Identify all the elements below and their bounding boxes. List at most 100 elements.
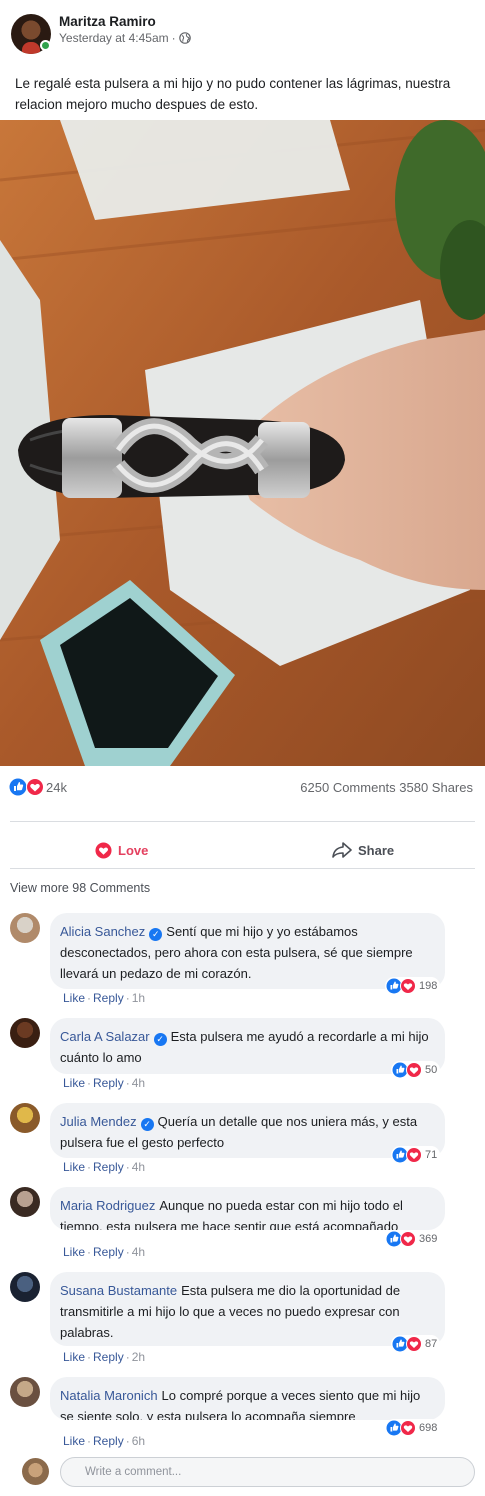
comment-reaction-count: 87 (425, 1338, 438, 1350)
post-timestamp[interactable]: Yesterday at 4:45am (59, 31, 169, 45)
like-love-reaction-icons (392, 1336, 422, 1352)
comments-shares-count[interactable]: 6250 Comments 3580 Shares (300, 780, 473, 795)
post-meta: Yesterday at 4:45am · (59, 31, 191, 45)
commenter-name[interactable]: Susana Bustamante (60, 1283, 177, 1298)
verified-badge-icon: ✓ (149, 928, 163, 941)
comment-reply-link[interactable]: Reply (93, 1350, 124, 1364)
separator-dot: · (87, 1076, 92, 1090)
comment-bubble: Susana Bustamante Esta pulsera me dio la … (50, 1272, 445, 1346)
separator-dot: · (125, 1245, 130, 1259)
commenter-name[interactable]: Julia Mendez (60, 1114, 137, 1129)
commenter-avatar[interactable] (10, 1018, 40, 1048)
comment-timestamp[interactable]: 6h (132, 1434, 145, 1448)
separator-dot: · (87, 1245, 92, 1259)
comment-actions: Like · Reply · 2h (63, 1350, 145, 1364)
view-more-comments-link[interactable]: View more 98 Comments (10, 881, 150, 895)
globe-icon (178, 32, 191, 44)
separator-dot: · (87, 1434, 92, 1448)
commenter-avatar[interactable] (10, 913, 40, 943)
reaction-count[interactable]: 24k (46, 780, 67, 795)
comment-reply-link[interactable]: Reply (93, 1434, 124, 1448)
comment-like-link[interactable]: Like (63, 1434, 85, 1448)
comment-reactions[interactable]: 50 (391, 1061, 441, 1079)
comment-timestamp[interactable]: 4h (132, 1076, 145, 1090)
comment-like-link[interactable]: Like (63, 1245, 85, 1259)
comment-like-link[interactable]: Like (63, 1076, 85, 1090)
post-photo[interactable] (0, 120, 485, 766)
commenter-name[interactable]: Natalia Maronich (60, 1388, 158, 1403)
comment-input-placeholder: Write a comment... (85, 1466, 182, 1478)
like-love-reaction-icons (392, 1147, 422, 1163)
like-love-reaction-icons (386, 1420, 416, 1436)
comment-bubble: Carla A Salazar ✓ Esta pulsera me ayudó a … (50, 1018, 445, 1074)
love-label: Love (118, 842, 149, 858)
comment-actions: Like · Reply · 4h (63, 1160, 145, 1174)
separator-dot: · (125, 1076, 130, 1090)
share-button[interactable]: Share (332, 832, 394, 868)
commenter-name[interactable]: Maria Rodriguez (60, 1198, 155, 1213)
love-button[interactable]: Love (95, 832, 148, 868)
commenter-name[interactable]: Alicia Sanchez (60, 924, 145, 939)
comment-like-link[interactable]: Like (63, 1350, 85, 1364)
separator-dot: · (87, 1160, 92, 1174)
like-love-reaction-icons (392, 1062, 422, 1078)
comment-timestamp[interactable]: 4h (132, 1245, 145, 1259)
comment-reply-link[interactable]: Reply (93, 1160, 124, 1174)
commenter-avatar[interactable] (10, 1377, 40, 1407)
share-arrow-icon (332, 842, 352, 858)
like-love-reaction-icons (386, 978, 416, 994)
post-action-bar: Love Share (0, 832, 485, 868)
comment-timestamp[interactable]: 4h (132, 1160, 145, 1174)
comment-reaction-count: 71 (425, 1149, 438, 1161)
comment-reactions[interactable]: 369 (385, 1230, 441, 1248)
commenter-name[interactable]: Carla A Salazar (60, 1029, 150, 1044)
comment-reactions[interactable]: 71 (391, 1146, 441, 1164)
comment-bubble: Natalia Maronich Lo compré porque a veces… (50, 1377, 445, 1420)
reactions-summary: 24k 6250 Comments 3580 Shares (0, 772, 485, 802)
post-header: Maritza Ramiro Yesterday at 4:45am · (0, 0, 485, 62)
comment-timestamp[interactable]: 2h (132, 1350, 145, 1364)
comment-reactions[interactable]: 698 (385, 1419, 441, 1437)
comment-actions: Like · Reply · 4h (63, 1245, 145, 1259)
comment-actions: Like · Reply · 1h (63, 991, 145, 1005)
separator-dot: · (125, 991, 130, 1005)
commenter-avatar[interactable] (10, 1272, 40, 1302)
comment-reactions[interactable]: 87 (391, 1335, 441, 1353)
comment-bubble: Julia Mendez ✓ Quería un detalle que nos u… (50, 1103, 445, 1158)
bracelet-photo-illustration (0, 120, 485, 766)
comment-reactions[interactable]: 198 (385, 977, 441, 995)
heart-icon (95, 841, 112, 859)
comment-reaction-count: 369 (419, 1233, 438, 1245)
comment-actions: Like · Reply · 4h (63, 1076, 145, 1090)
comment-reply-link[interactable]: Reply (93, 1245, 124, 1259)
verified-badge-icon: ✓ (140, 1118, 154, 1131)
online-status-dot (40, 40, 51, 51)
comment-like-link[interactable]: Like (63, 991, 85, 1005)
comment-reply-link[interactable]: Reply (93, 1076, 124, 1090)
comment-reaction-count: 50 (425, 1064, 438, 1076)
separator-dot: · (87, 991, 92, 1005)
comment-input[interactable]: Write a comment... GIF (60, 1457, 475, 1487)
commenter-avatar[interactable] (10, 1187, 40, 1217)
author-name[interactable]: Maritza Ramiro (59, 14, 156, 29)
commenter-avatar[interactable] (10, 1103, 40, 1133)
comment-composer: Write a comment... GIF (0, 1456, 485, 1492)
verified-badge-icon: ✓ (153, 1033, 167, 1046)
comment-reaction-count: 698 (419, 1422, 438, 1434)
comment-timestamp[interactable]: 1h (132, 991, 145, 1005)
divider (10, 868, 475, 869)
like-love-reaction-icons[interactable] (9, 778, 47, 796)
comment-bubble: Maria Rodriguez Aunque no pueda estar con… (50, 1187, 445, 1230)
separator-dot: · (87, 1350, 92, 1364)
comment-actions: Like · Reply · 6h (63, 1434, 145, 1448)
comment-reply-link[interactable]: Reply (93, 991, 124, 1005)
like-love-reaction-icons (386, 1231, 416, 1247)
comment-like-link[interactable]: Like (63, 1160, 85, 1174)
separator-dot: · (125, 1160, 130, 1174)
comment-reaction-count: 198 (419, 980, 438, 992)
separator-dot: · (125, 1350, 130, 1364)
separator-dot: · (125, 1434, 130, 1448)
current-user-avatar[interactable] (22, 1458, 49, 1485)
meta-separator: · (171, 31, 176, 45)
share-label: Share (358, 842, 395, 858)
